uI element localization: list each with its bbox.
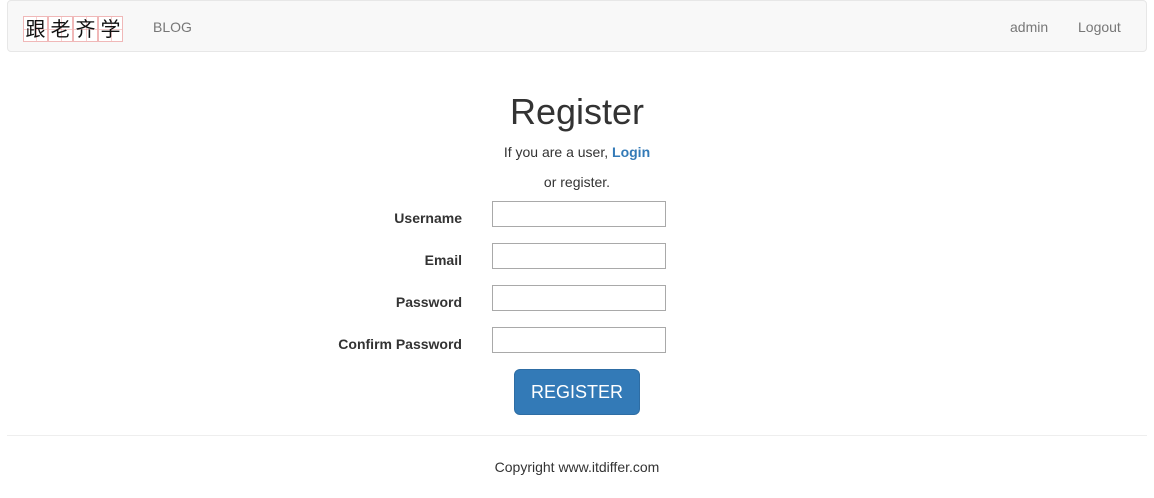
email-label: Email (424, 252, 462, 268)
email-row: Email (0, 243, 1154, 271)
email-input[interactable] (492, 243, 666, 269)
login-prompt-text: If you are a user, (503, 144, 609, 160)
username-label: Username (394, 210, 462, 226)
nav-user-link[interactable]: admin (1010, 18, 1048, 36)
confirm-password-label: Confirm Password (338, 336, 462, 352)
confirm-password-row: Confirm Password (0, 327, 1154, 355)
page-title: Register (509, 91, 645, 132)
register-button[interactable]: REGISTER (514, 369, 640, 415)
nav-logout-link[interactable]: Logout (1078, 18, 1121, 36)
nav-blog-link[interactable]: BLOG (153, 18, 192, 36)
register-prompt: or register. (543, 174, 611, 190)
footer-divider (7, 435, 1147, 436)
confirm-password-input[interactable] (492, 327, 666, 353)
login-link[interactable]: Login (612, 144, 650, 160)
password-input[interactable] (492, 285, 666, 311)
site-logo[interactable]: 跟 老 齐 学 (23, 15, 125, 43)
username-row: Username (0, 201, 1154, 229)
password-label: Password (395, 294, 462, 310)
logo-char: 学 (98, 16, 123, 42)
footer-copyright: Copyright www.itdiffer.com (494, 459, 660, 475)
top-navbar: 跟 老 齐 学 BLOG admin Logout (7, 0, 1147, 52)
login-prompt: If you are a user, Login (0, 142, 1154, 162)
logo-char: 跟 (23, 16, 48, 42)
username-input[interactable] (492, 201, 666, 227)
logo-char: 老 (48, 16, 73, 42)
logo-char: 齐 (73, 16, 98, 42)
password-row: Password (0, 285, 1154, 313)
